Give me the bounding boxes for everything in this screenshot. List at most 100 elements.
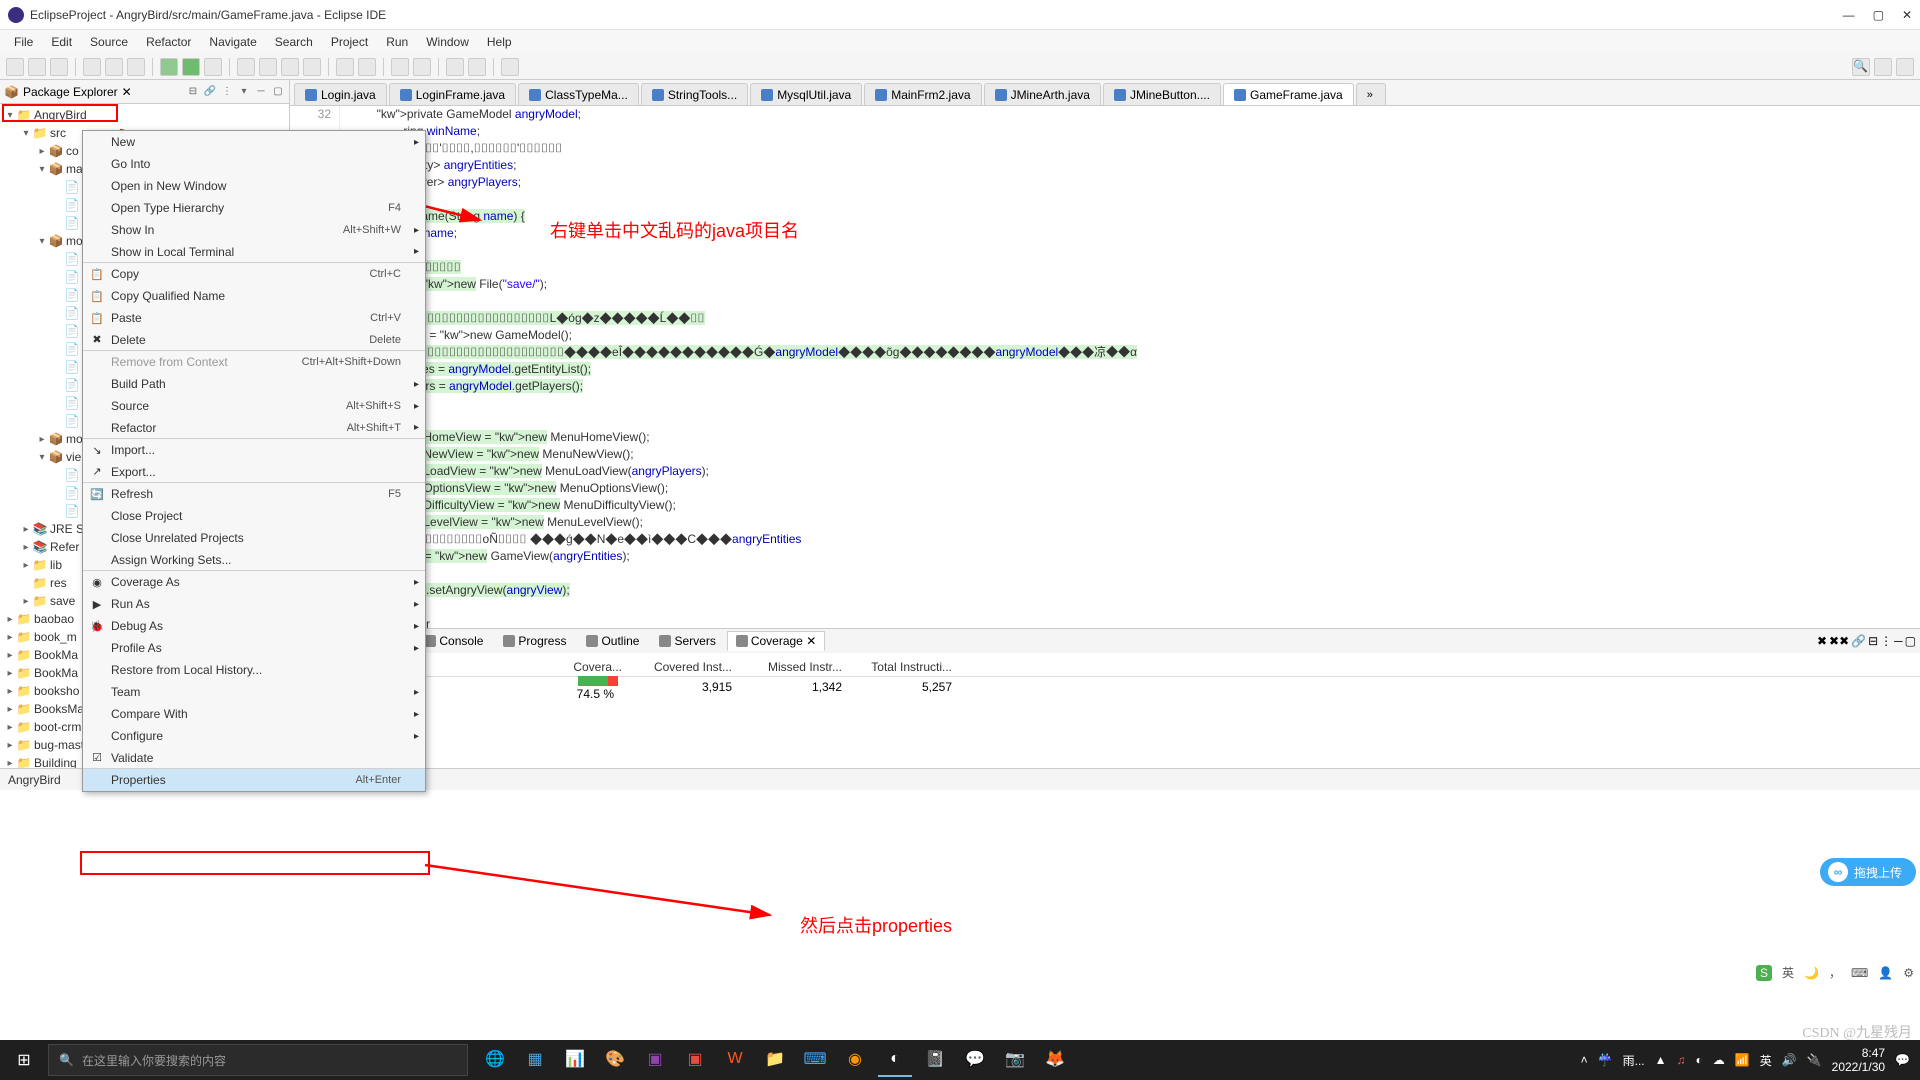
tray-icon[interactable]: ☁ xyxy=(1713,1053,1725,1067)
col-coverage[interactable]: Covera... xyxy=(550,660,630,674)
app-explorer[interactable]: 📁 xyxy=(758,1043,792,1077)
tray-icon[interactable]: 🔊 xyxy=(1782,1053,1797,1067)
menu-item-paste[interactable]: 📋PasteCtrl+V xyxy=(83,307,425,329)
link-icon[interactable]: 🔗 xyxy=(1851,634,1866,648)
tool-button[interactable] xyxy=(501,58,519,76)
col-missed[interactable]: Missed Instr... xyxy=(740,660,850,674)
debug-button[interactable] xyxy=(160,58,178,76)
tray-icon[interactable]: ♫ xyxy=(1677,1053,1686,1067)
menu-item-delete[interactable]: ✖DeleteDelete xyxy=(83,329,425,351)
menu-item-show-in-local-terminal[interactable]: Show in Local Terminal▸ xyxy=(83,241,425,263)
menu-item-coverage-as[interactable]: ◉Coverage As▸ xyxy=(83,571,425,593)
taskbar-search[interactable]: 🔍 在这里输入你要搜索的内容 xyxy=(48,1044,468,1076)
app-wps[interactable]: W xyxy=(718,1043,752,1077)
menu-item-new[interactable]: New▸ xyxy=(83,131,425,153)
tool-button[interactable] xyxy=(127,58,145,76)
app-icon[interactable]: 📷 xyxy=(998,1043,1032,1077)
app-eclipse[interactable]: ◐ xyxy=(878,1043,912,1077)
menu-item-close-unrelated-projects[interactable]: Close Unrelated Projects xyxy=(83,527,425,549)
keyboard-icon[interactable]: ⌨ xyxy=(1851,966,1868,980)
view-menu-icon[interactable]: ▾ xyxy=(237,85,251,99)
editor-tab[interactable]: LoginFrame.java xyxy=(389,83,516,105)
menu-item-profile-as[interactable]: Profile As▸ xyxy=(83,637,425,659)
code-editor[interactable]: 32 "kw">private GameModel angryModel; ri… xyxy=(290,106,1920,628)
lang-icon[interactable]: 英 xyxy=(1782,964,1794,981)
maximize-icon[interactable]: ▢ xyxy=(271,85,285,99)
menu-refactor[interactable]: Refactor xyxy=(138,33,199,51)
minimize-icon[interactable]: ─ xyxy=(254,85,268,99)
editor-tab[interactable]: Login.java xyxy=(294,83,387,105)
close-button[interactable]: ✕ xyxy=(1902,8,1912,22)
chevron-up-icon[interactable]: ˄ xyxy=(1581,1053,1588,1067)
editor-tab[interactable]: StringTools... xyxy=(641,83,748,105)
menu-item-refactor[interactable]: RefactorAlt+Shift+T▸ xyxy=(83,417,425,439)
tool-button[interactable] xyxy=(391,58,409,76)
menu-navigate[interactable]: Navigate xyxy=(201,33,264,51)
tree-item[interactable]: ▾📁AngryBird xyxy=(0,106,289,124)
menu-item-team[interactable]: Team▸ xyxy=(83,681,425,703)
app-icon[interactable]: ▣ xyxy=(638,1043,672,1077)
app-firefox[interactable]: 🦊 xyxy=(1038,1043,1072,1077)
minimize-button[interactable]: — xyxy=(1843,8,1855,22)
menu-edit[interactable]: Edit xyxy=(43,33,80,51)
menu-window[interactable]: Window xyxy=(418,33,477,51)
view-menu-icon[interactable]: ⋮ xyxy=(1880,634,1892,648)
menu-item-close-project[interactable]: Close Project xyxy=(83,505,425,527)
tool-button[interactable] xyxy=(83,58,101,76)
link-icon[interactable]: 🔗 xyxy=(203,85,217,99)
menu-item-export-[interactable]: ↗Export... xyxy=(83,461,425,483)
menu-item-open-in-new-window[interactable]: Open in New Window xyxy=(83,175,425,197)
menu-item-import-[interactable]: ↘Import... xyxy=(83,439,425,461)
coverage-button[interactable] xyxy=(204,58,222,76)
menu-item-run-as[interactable]: ▶Run As▸ xyxy=(83,593,425,615)
maximize-button[interactable]: ▢ xyxy=(1873,8,1884,22)
tray-icon[interactable]: ▲ xyxy=(1655,1053,1667,1067)
remove-icon[interactable]: ✖ xyxy=(1817,634,1827,648)
menu-item-source[interactable]: SourceAlt+Shift+S▸ xyxy=(83,395,425,417)
editor-tab[interactable]: JMineArth.java xyxy=(984,83,1101,105)
collapse-icon[interactable]: ⊟ xyxy=(1868,634,1878,648)
forward-button[interactable] xyxy=(468,58,486,76)
menu-item-debug-as[interactable]: 🐞Debug As▸ xyxy=(83,615,425,637)
menu-item-build-path[interactable]: Build Path▸ xyxy=(83,373,425,395)
menu-file[interactable]: File xyxy=(6,33,41,51)
menu-item-go-into[interactable]: Go Into xyxy=(83,153,425,175)
taskbar-clock[interactable]: 8:47 2022/1/30 xyxy=(1832,1046,1885,1075)
tool-button[interactable] xyxy=(105,58,123,76)
app-vscode[interactable]: ⌨ xyxy=(798,1043,832,1077)
app-icon[interactable]: 📊 xyxy=(558,1043,592,1077)
moon-icon[interactable]: 🌙 xyxy=(1804,966,1819,980)
tray-icon[interactable]: ◐ xyxy=(1696,1053,1703,1067)
back-button[interactable] xyxy=(446,58,464,76)
new-button[interactable] xyxy=(6,58,24,76)
menu-item-copy[interactable]: 📋CopyCtrl+C xyxy=(83,263,425,285)
menu-item-show-in[interactable]: Show InAlt+Shift+W▸ xyxy=(83,219,425,241)
filter-icon[interactable]: ⋮ xyxy=(220,85,234,99)
tool-button[interactable] xyxy=(358,58,376,76)
menu-run[interactable]: Run xyxy=(378,33,416,51)
lang-indicator[interactable]: 英 xyxy=(1760,1052,1772,1069)
perspective-java[interactable] xyxy=(1896,58,1914,76)
save-button[interactable] xyxy=(28,58,46,76)
menu-item-open-type-hierarchy[interactable]: Open Type HierarchyF4 xyxy=(83,197,425,219)
tab-overflow[interactable]: » xyxy=(1356,83,1386,105)
editor-tab[interactable]: MainFrm2.java xyxy=(864,83,981,105)
editor-tab[interactable]: GameFrame.java xyxy=(1223,83,1354,105)
weather-icon[interactable]: ☔ xyxy=(1598,1053,1613,1067)
run-button[interactable] xyxy=(182,58,200,76)
table-row[interactable]: 74.5 % 3,915 1,342 5,257 xyxy=(290,677,1920,697)
menu-item-configure[interactable]: Configure▸ xyxy=(83,725,425,747)
notification-icon[interactable]: 💬 xyxy=(1895,1053,1910,1067)
editor-tab[interactable]: MysqlUtil.java xyxy=(750,83,862,105)
tool-button[interactable] xyxy=(303,58,321,76)
app-icon[interactable]: ◉ xyxy=(838,1043,872,1077)
app-icon[interactable]: ▦ xyxy=(518,1043,552,1077)
menu-item-properties[interactable]: PropertiesAlt+Enter xyxy=(83,769,425,791)
tray-icon[interactable]: 📶 xyxy=(1735,1053,1750,1067)
bottom-tab-console[interactable]: Console xyxy=(415,631,492,651)
upload-pill[interactable]: ∞ 拖拽上传 xyxy=(1820,858,1916,886)
col-total[interactable]: Total Instructi... xyxy=(850,660,960,674)
bottom-tab-servers[interactable]: Servers xyxy=(650,631,724,651)
save-all-button[interactable] xyxy=(50,58,68,76)
editor-tab[interactable]: ClassTypeMa... xyxy=(518,83,639,105)
